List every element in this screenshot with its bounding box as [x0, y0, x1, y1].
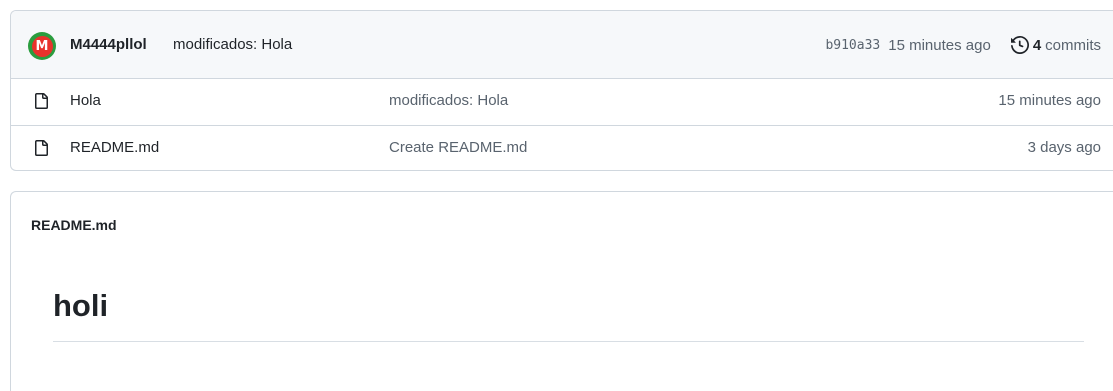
readme-divider [53, 341, 1084, 342]
commits-link[interactable]: commits [1045, 37, 1101, 54]
commit-time: 15 minutes ago [888, 36, 991, 54]
file-commit-link[interactable]: Create README.md [389, 139, 527, 156]
avatar-letter: M [31, 35, 53, 57]
history-icon [1010, 36, 1029, 54]
file-icon [35, 140, 48, 156]
commit-meta: b910a33 15 minutes ago 4 commits [825, 36, 1101, 54]
readme-panel: README.md holi [10, 191, 1113, 391]
file-name-link[interactable]: README.md [70, 139, 159, 156]
avatar[interactable]: M [28, 32, 56, 60]
file-time: 15 minutes ago [998, 92, 1101, 109]
latest-commit-bar: M M4444pllol modificados: Hola b910a33 1… [11, 11, 1113, 79]
file-name-link[interactable]: Hola [70, 92, 101, 109]
commit-count[interactable]: 4 [1033, 37, 1041, 54]
commit-author-link[interactable]: M4444pllol [70, 36, 147, 53]
readme-header-link[interactable]: README.md [31, 217, 117, 233]
file-row[interactable]: README.md Create README.md 3 days ago [11, 125, 1113, 170]
readme-title: holi [53, 288, 109, 323]
commit-message-link[interactable]: modificados: Hola [173, 36, 292, 53]
file-commit-link[interactable]: modificados: Hola [389, 92, 508, 109]
commit-sha-link[interactable]: b910a33 [825, 38, 880, 53]
file-browser: M M4444pllol modificados: Hola b910a33 1… [10, 10, 1113, 171]
file-icon [35, 93, 48, 109]
file-time: 3 days ago [1027, 139, 1101, 156]
file-row[interactable]: Hola modificados: Hola 15 minutes ago [11, 79, 1113, 125]
